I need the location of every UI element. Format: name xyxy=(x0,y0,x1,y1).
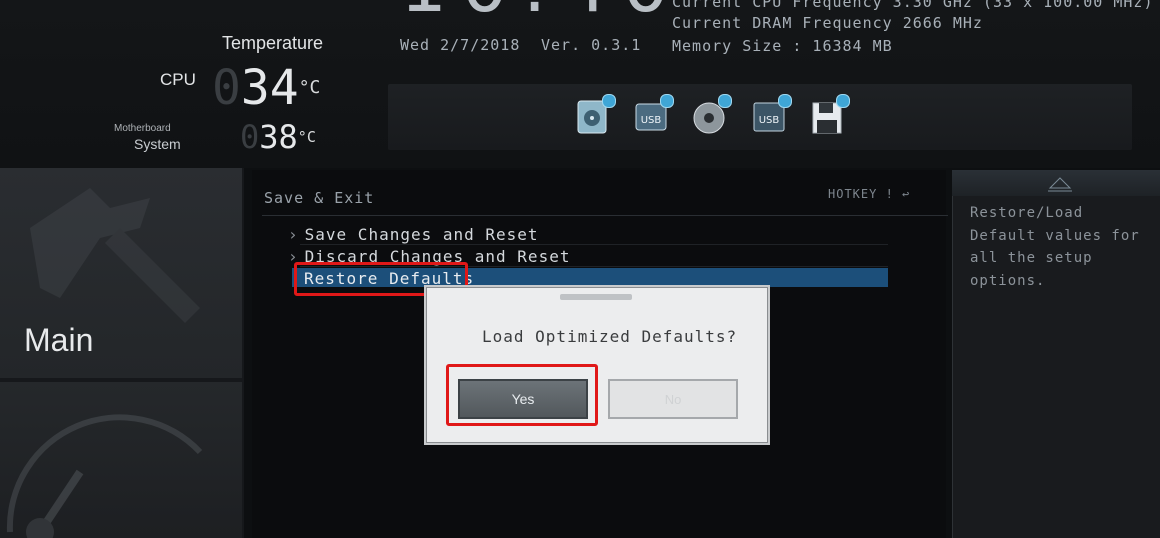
eject-icon xyxy=(1048,177,1072,192)
dialog-handle xyxy=(560,294,632,300)
mb-temp-unit: °C xyxy=(297,128,316,146)
mb-temp-value: 38 xyxy=(259,118,298,156)
section-title: Save & Exit xyxy=(264,189,375,207)
cpu-label: CPU xyxy=(160,70,196,89)
highlight-box-yes xyxy=(446,364,598,426)
clock: 10:40 xyxy=(400,0,669,23)
divider xyxy=(262,215,948,216)
dialog-question: Load Optimized Defaults? xyxy=(482,327,738,346)
motherboard-label: Motherboard xyxy=(114,123,171,134)
nav-main-label: Main xyxy=(24,322,94,358)
speedometer-icon xyxy=(6,414,203,538)
no-button[interactable]: No xyxy=(608,379,738,419)
svg-text:USB: USB xyxy=(759,115,780,126)
floppy-icon[interactable] xyxy=(810,94,850,136)
date-display: Wed 2/7/2018 xyxy=(400,36,521,54)
help-panel-header xyxy=(952,170,1160,196)
help-description: Restore/Load Default values for all the … xyxy=(970,205,1140,289)
disc-icon[interactable] xyxy=(692,94,732,136)
chevron-right-icon: › xyxy=(288,225,299,244)
cpu-temp-unit: °C xyxy=(298,77,321,98)
menu-item-label: Save Changes and Reset xyxy=(304,225,539,244)
dram-frequency: Current DRAM Frequency 2666 MHz xyxy=(672,14,983,32)
cpu-temp-value: 34 xyxy=(240,60,299,116)
cpu-temperature: 034°C xyxy=(212,60,321,116)
hdd-icon[interactable] xyxy=(576,94,616,136)
version-display: Ver. 0.3.1 xyxy=(541,36,642,54)
cpu-frequency: Current CPU Frequency 3.30 GHz (33 x 100… xyxy=(672,0,1154,11)
memory-size: Memory Size : 16384 MB xyxy=(672,37,893,55)
system-label: System xyxy=(134,136,181,152)
svg-text:USB: USB xyxy=(641,115,662,126)
boot-device-bar: USB USB xyxy=(388,84,1132,150)
mb-temperature: 038°C xyxy=(240,118,316,156)
nav-tab-oc-tweaker[interactable] xyxy=(0,382,242,538)
usb-drive-icon[interactable]: USB xyxy=(752,94,792,136)
menu-save-changes-reset[interactable]: › Save Changes and Reset xyxy=(288,225,539,244)
temperature-label: Temperature xyxy=(222,33,324,53)
hotkey-hint: HOTKEY ! ↩ xyxy=(828,187,911,201)
usb-icon[interactable]: USB xyxy=(634,94,674,136)
row-separator xyxy=(300,244,888,245)
